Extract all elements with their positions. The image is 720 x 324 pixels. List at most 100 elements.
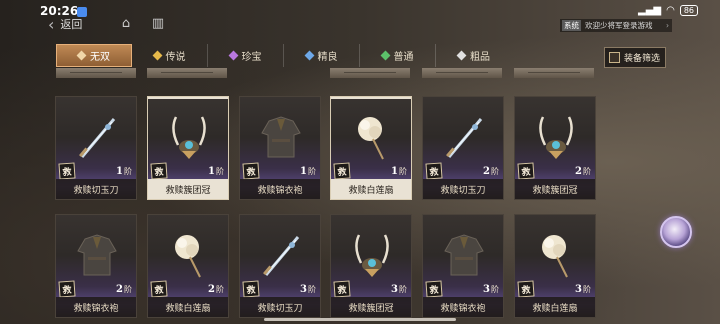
tier-label: 3阶	[483, 284, 499, 295]
filter-tab-label: 普通	[393, 52, 414, 63]
item-name: 救赎白莲扇	[331, 179, 411, 199]
tier-number: 2	[575, 166, 582, 177]
set-badge: 救	[150, 280, 168, 298]
home-icon[interactable]: ⌂	[116, 16, 136, 32]
item-name: 救赎切玉刀	[56, 179, 136, 199]
equip-filter-button[interactable]: 装备筛选	[604, 47, 666, 68]
item-name: 救赎白莲扇	[515, 297, 595, 317]
signal-icon: ▂▄▆	[638, 5, 662, 16]
item-name: 救赎簇团冠	[148, 179, 228, 199]
selected-highlight	[331, 97, 411, 99]
system-message-text: 欢迎少将军登录游戏	[585, 21, 653, 30]
sword-icon	[435, 111, 493, 163]
equip-filter-label: 装备筛选	[624, 54, 661, 64]
item-card[interactable]: 救 1 阶救赎切玉刀	[55, 96, 137, 200]
filter-tab[interactable]: 普通	[360, 44, 436, 67]
back-label: 返回	[60, 18, 83, 31]
tier-number: 1	[300, 166, 307, 177]
item-card[interactable]: 救 1 阶救赎锦衣袍	[239, 96, 321, 200]
filter-tab-label: 无双	[90, 52, 110, 63]
set-badge: 救	[425, 162, 443, 180]
tier-label: 3阶	[391, 284, 407, 295]
diamond-icon	[380, 50, 390, 61]
selected-highlight	[148, 97, 228, 99]
tier-suffix: 阶	[308, 285, 316, 294]
tier-label: 3阶	[300, 284, 316, 295]
filter-tab[interactable]: 精良	[284, 44, 360, 67]
set-badge: 救	[58, 280, 76, 298]
tier-suffix: 阶	[399, 285, 407, 294]
set-badge: 救	[425, 280, 443, 298]
diamond-icon	[304, 50, 314, 61]
tier-number: 3	[483, 284, 490, 295]
item-name: 救赎锦衣袍	[56, 297, 136, 317]
partial-card	[422, 68, 502, 78]
tier-suffix: 阶	[124, 167, 132, 176]
filter-tab-label: 传说	[165, 52, 186, 63]
partial-card	[56, 68, 136, 78]
item-card[interactable]: 救 2 阶救赎簇团冠	[514, 96, 596, 200]
filter-tab[interactable]: 粗品	[436, 44, 512, 67]
filter-tab-label: 精良	[317, 52, 338, 63]
item-card[interactable]: 救 2 阶救赎锦衣袍	[55, 214, 137, 318]
tier-number: 2	[116, 284, 123, 295]
tier-number: 2	[483, 166, 490, 177]
city-icon[interactable]: ▥	[148, 16, 168, 32]
set-badge: 救	[517, 162, 535, 180]
sword-icon	[68, 111, 126, 163]
crown-icon	[343, 229, 401, 281]
item-card[interactable]: 救 2 阶救赎白莲扇	[147, 214, 229, 318]
tier-suffix: 阶	[399, 167, 407, 176]
filter-tab[interactable]: 珍宝	[208, 44, 284, 67]
floating-assistant-icon[interactable]	[660, 216, 692, 248]
tier-label: 2阶	[116, 284, 132, 295]
robe-icon	[435, 229, 493, 281]
system-icons: ▂▄▆ ◠ 86	[638, 5, 698, 16]
item-card[interactable]: 救 3 阶救赎切玉刀	[239, 214, 321, 318]
tier-suffix: 阶	[216, 285, 224, 294]
back-button[interactable]: ‹ 返回	[48, 14, 104, 34]
item-card[interactable]: 救 1 阶救赎白莲扇	[330, 96, 412, 200]
item-card[interactable]: 救 3 阶救赎白莲扇	[514, 214, 596, 318]
item-name: 救赎白莲扇	[148, 297, 228, 317]
battery-icon: 86	[679, 5, 698, 16]
tier-label: 2阶	[208, 284, 224, 295]
item-card[interactable]: 救 3 阶救赎簇团冠	[330, 214, 412, 318]
tier-suffix: 阶	[124, 285, 132, 294]
set-badge: 救	[242, 280, 260, 298]
partial-card	[147, 68, 227, 78]
tier-number: 1	[391, 166, 398, 177]
tier-suffix: 阶	[308, 167, 316, 176]
chevron-right-icon: ›	[666, 21, 669, 30]
checkbox-icon	[609, 52, 620, 63]
diamond-icon	[456, 50, 467, 61]
filter-tab-label: 珍宝	[241, 52, 262, 63]
tier-label: 3阶	[575, 284, 591, 295]
set-badge: 救	[333, 162, 351, 180]
filter-tab[interactable]: 无双	[56, 44, 132, 67]
fan-icon	[343, 111, 401, 163]
filter-tab[interactable]: 传说	[132, 44, 208, 67]
diamond-icon	[228, 50, 238, 61]
item-name: 救赎切玉刀	[423, 179, 503, 199]
tier-suffix: 阶	[583, 167, 591, 176]
diamond-icon	[76, 50, 87, 61]
tier-label: 1阶	[208, 166, 224, 177]
item-card[interactable]: 救 3 阶救赎锦衣袍	[422, 214, 504, 318]
tier-number: 3	[575, 284, 582, 295]
tier-label: 2阶	[483, 166, 499, 177]
tier-number: 2	[208, 284, 215, 295]
tier-number: 1	[116, 166, 123, 177]
filter-tab-label: 粗品	[470, 52, 490, 63]
robe-icon	[252, 111, 310, 163]
tier-number: 3	[300, 284, 307, 295]
crown-icon	[527, 111, 585, 163]
item-card[interactable]: 救 2 阶救赎切玉刀	[422, 96, 504, 200]
system-message: 系统 欢迎少将军登录游戏 ›	[560, 19, 672, 32]
item-card[interactable]: 救 1 阶救赎簇团冠	[147, 96, 229, 200]
diamond-icon	[152, 50, 162, 61]
tier-label: 1阶	[391, 166, 407, 177]
set-badge: 救	[517, 280, 535, 298]
set-badge: 救	[242, 162, 260, 180]
item-name: 救赎锦衣袍	[423, 297, 503, 317]
